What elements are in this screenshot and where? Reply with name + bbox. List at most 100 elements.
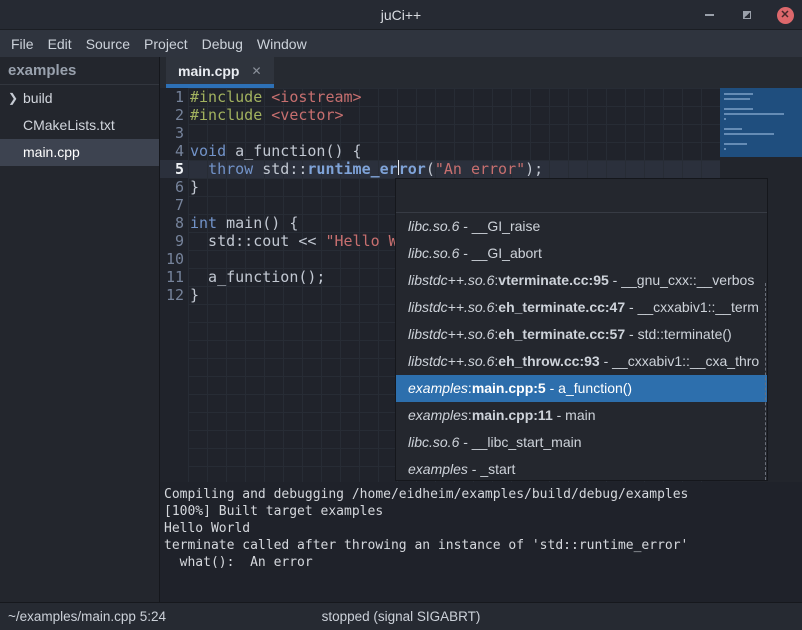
token: } [190, 178, 199, 196]
stacktrace-lib: libstdc++.so.6 [408, 272, 494, 288]
tree-item-label: CMakeLists.txt [23, 117, 115, 133]
window-title: juCi++ [381, 7, 421, 23]
popup-margin-line [765, 283, 766, 480]
minimap-code-line [724, 118, 726, 120]
tree-item-cmakelists-txt[interactable]: CMakeLists.txt [0, 112, 159, 139]
project-header: examples [0, 57, 159, 85]
terminal-panel[interactable]: Compiling and debugging /home/eidheim/ex… [160, 482, 802, 602]
code-line: #include <vector> [190, 106, 543, 124]
menu-item-project[interactable]: Project [137, 36, 195, 52]
file-explorer: examples ❯ build CMakeLists.txt main.cpp [0, 57, 160, 602]
tree-item-main-cpp[interactable]: main.cpp [0, 139, 159, 166]
menu-item-debug[interactable]: Debug [195, 36, 250, 52]
stacktrace-popup-header [396, 179, 767, 213]
stacktrace-file-line: vterminate.cc:95 [498, 272, 609, 288]
line-number: 7 [160, 196, 184, 214]
stacktrace-item[interactable]: examples - _start [396, 456, 767, 481]
line-number: 2 [160, 106, 184, 124]
stacktrace-symbol: - __gnu_cxx::__verbos [609, 272, 755, 288]
token [262, 106, 271, 124]
stacktrace-symbol: - _start [468, 461, 515, 477]
minimap-code-line [724, 108, 753, 110]
minimize-icon [705, 14, 714, 16]
line-number: 12 [160, 286, 184, 304]
minimap-code-line [724, 133, 774, 135]
stacktrace-item[interactable]: examples:main.cpp:11 - main [396, 402, 767, 429]
stacktrace-file-line: eh_terminate.cc:47 [498, 299, 625, 315]
stacktrace-item[interactable]: libc.so.6 - __GI_abort [396, 240, 767, 267]
tab-label: main.cpp [178, 63, 239, 79]
token: <iostream> [271, 88, 361, 106]
stacktrace-popup: libc.so.6 - __GI_raiselibc.so.6 - __GI_a… [395, 178, 768, 481]
token: std:: [253, 160, 307, 178]
stacktrace-item[interactable]: libstdc++.so.6:eh_terminate.cc:57 - std:… [396, 321, 767, 348]
stacktrace-item[interactable]: libstdc++.so.6:eh_throw.cc:93 - __cxxabi… [396, 348, 767, 375]
stacktrace-symbol: - __libc_start_main [459, 434, 581, 450]
terminal-output: Compiling and debugging /home/eidheim/ex… [160, 482, 802, 571]
minimap-code-line [724, 113, 784, 115]
minimize-button[interactable] [700, 6, 718, 24]
token: std::cout << [190, 232, 325, 250]
minimap-code-line [724, 93, 753, 95]
token: } [190, 286, 199, 304]
code-line: throw std::runtime_error("An error"); [190, 160, 543, 178]
tab-main-cpp[interactable]: main.cpp ✕ [166, 57, 274, 88]
token: ror [399, 160, 426, 178]
stacktrace-lib: examples [408, 380, 468, 396]
file-tree: ❯ build CMakeLists.txt main.cpp [0, 85, 159, 166]
line-number: 5 [160, 160, 184, 178]
stacktrace-symbol: - __GI_abort [459, 245, 542, 261]
token: "Hello W [325, 232, 397, 250]
token: void [190, 142, 226, 160]
stacktrace-symbol: - std::terminate() [625, 326, 732, 342]
stacktrace-item[interactable]: libstdc++.so.6:vterminate.cc:95 - __gnu_… [396, 267, 767, 294]
line-number: 6 [160, 178, 184, 196]
tree-item-label: build [23, 90, 53, 106]
stacktrace-file-line: main.cpp:11 [472, 407, 553, 423]
minimap-code-line [724, 128, 742, 130]
stacktrace-item[interactable]: libc.so.6 - __GI_raise [396, 213, 767, 240]
line-number: 9 [160, 232, 184, 250]
stacktrace-lib: libc.so.6 [408, 245, 459, 261]
stacktrace-item[interactable]: examples:main.cpp:5 - a_function() [396, 375, 767, 402]
chevron-right-icon[interactable]: ❯ [8, 85, 18, 112]
code-line: #include <iostream> [190, 88, 543, 106]
token: <vector> [271, 106, 343, 124]
close-button[interactable]: ✕ [776, 6, 794, 24]
stacktrace-lib: libstdc++.so.6 [408, 299, 494, 315]
minimap-code-line [724, 148, 726, 150]
status-debug-signal: stopped (signal SIGABRT) [0, 609, 802, 624]
tab-close-icon[interactable]: ✕ [251, 64, 261, 78]
stacktrace-list: libc.so.6 - __GI_raiselibc.so.6 - __GI_a… [396, 213, 767, 481]
token: int [190, 214, 217, 232]
token: throw [208, 160, 253, 178]
token [190, 160, 208, 178]
menu-item-file[interactable]: File [4, 36, 41, 52]
titlebar: juCi++ ✕ [0, 0, 802, 30]
menu-item-edit[interactable]: Edit [41, 36, 79, 52]
line-number: 4 [160, 142, 184, 160]
tree-item-build[interactable]: ❯ build [0, 85, 159, 112]
token: runtime_er [307, 160, 397, 178]
stacktrace-lib: libstdc++.so.6 [408, 326, 494, 342]
menu-item-window[interactable]: Window [250, 36, 314, 52]
titlebar-buttons: ✕ [700, 0, 794, 30]
menubar: FileEditSourceProjectDebugWindow [0, 30, 802, 57]
app-window: juCi++ ✕ FileEditSourceProjectDebugWindo… [0, 0, 802, 630]
stacktrace-lib: libc.so.6 [408, 218, 459, 234]
stacktrace-symbol: - __GI_raise [459, 218, 540, 234]
menu-item-source[interactable]: Source [79, 36, 137, 52]
token: main() { [217, 214, 298, 232]
line-number: 3 [160, 124, 184, 142]
token: #include [190, 88, 262, 106]
stacktrace-item[interactable]: libc.so.6 - __libc_start_main [396, 429, 767, 456]
statusbar: ~/examples/main.cpp 5:24 stopped (signal… [0, 602, 802, 630]
stacktrace-item[interactable]: libstdc++.so.6:eh_terminate.cc:47 - __cx… [396, 294, 767, 321]
stacktrace-file-line: main.cpp:5 [472, 380, 546, 396]
minimap-viewport[interactable] [720, 88, 802, 157]
stacktrace-file-line: eh_terminate.cc:57 [498, 326, 625, 342]
line-number: 1 [160, 88, 184, 106]
token: "An error" [435, 160, 525, 178]
token: a_function() { [226, 142, 361, 160]
restore-button[interactable] [738, 6, 756, 24]
